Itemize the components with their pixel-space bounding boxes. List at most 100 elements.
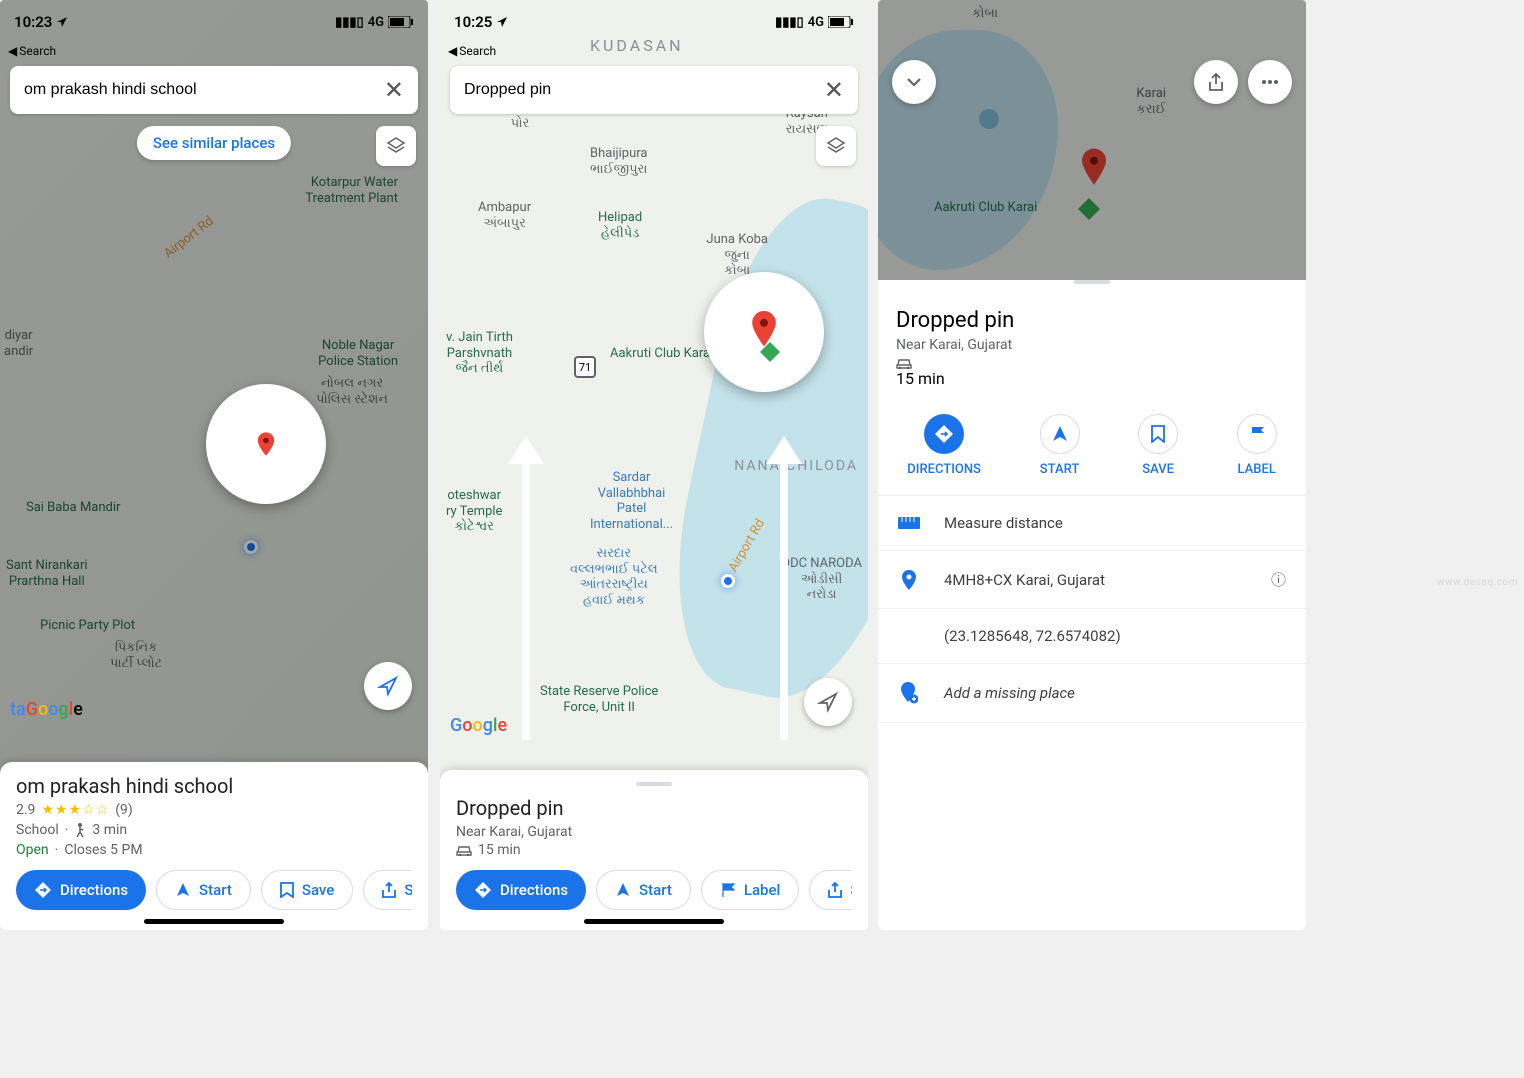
signal-icon: ▮▮▮▯ (335, 15, 364, 30)
layers-icon (386, 136, 406, 156)
car-icon (456, 844, 472, 856)
start-action[interactable]: START (1040, 414, 1080, 477)
google-logo: taGoogle (10, 699, 83, 720)
google-logo-2: Google (450, 715, 507, 736)
action-buttons: Directions Start Save Sh (16, 870, 412, 910)
directions-icon (474, 881, 492, 899)
action-buttons-2: Directions Start Label Sh (456, 870, 852, 910)
clock-2: 10:25 (454, 13, 492, 31)
swipe-up-arrow-right (780, 460, 788, 740)
navigation-icon (1051, 425, 1069, 443)
watermark: www.deuaq.com (1437, 577, 1518, 588)
poi-noble-gu: નોબલ નગરપોલિસ સ્ટેશન (316, 376, 388, 407)
poi-kotarpur: Kotarpur WaterTreatment Plant (305, 175, 398, 206)
info-icon[interactable]: ⓘ (1271, 569, 1286, 590)
home-indicator[interactable] (144, 919, 284, 924)
status-bar: 10:23 ▮▮▮▯ 4G (0, 0, 428, 44)
dropped-pin-icon (1078, 148, 1110, 192)
place-title: om prakash hindi school (16, 774, 412, 798)
clear-search-icon-2[interactable]: ✕ (824, 76, 844, 104)
loc-naroda: ODC NARODAઓડીસીનરોડા (781, 556, 862, 603)
coordinates-row[interactable]: (23.1285648, 72.6574082) (878, 609, 1306, 664)
add-place-icon (900, 682, 918, 704)
share-button-2[interactable]: Sh (809, 870, 852, 910)
loc-koba: કોબા (972, 6, 998, 22)
directions-icon (934, 424, 954, 444)
poi-sardar-gu: સરદારવલ્લભભાઈ પટેલઆંતરરાષ્ટ્રીયહવાઈ મથક (570, 546, 658, 608)
plus-code-row[interactable]: 4MH8+CX Karai, Gujarat ⓘ (878, 551, 1306, 609)
poi-helipad: Helipadહેલીપેડ (598, 210, 642, 241)
clear-search-icon[interactable]: ✕ (384, 76, 404, 104)
drive-row: 15 min (456, 842, 852, 858)
back-to-search-2[interactable]: ◀ Search (440, 44, 868, 62)
recenter-button[interactable] (364, 662, 412, 710)
start-button[interactable]: Start (156, 870, 251, 910)
save-action[interactable]: SAVE (1138, 414, 1178, 477)
swipe-up-arrow-left (522, 460, 530, 740)
place-title-2: Dropped pin (456, 796, 852, 820)
poi-diyar: diyarandir (4, 328, 33, 359)
search-bar-2[interactable]: ✕ (450, 66, 858, 114)
save-button[interactable]: Save (261, 870, 353, 910)
back-to-search[interactable]: ◀ Search (0, 44, 428, 62)
share-icon (1208, 73, 1224, 91)
home-indicator-2[interactable] (584, 919, 724, 924)
similar-places-chip[interactable]: See similar places (137, 126, 291, 160)
directions-action[interactable]: DIRECTIONS (907, 414, 981, 477)
sheet-handle-3[interactable] (1074, 280, 1110, 284)
chevron-down-icon (905, 73, 923, 91)
pin-highlight (206, 384, 326, 504)
poi-noble: Noble NagarPolice Station (318, 338, 398, 369)
layers-button-2[interactable] (816, 126, 856, 166)
pin-highlight-2 (704, 272, 824, 392)
label-button-2[interactable]: Label (701, 870, 799, 910)
more-horiz-icon (1261, 79, 1279, 85)
battery-icon (828, 16, 854, 28)
search-input[interactable] (24, 81, 384, 99)
phone-3: કોબા Karaiકરાઈ Aakruti Club Karai Droppe… (878, 0, 1306, 930)
expanded-sheet[interactable]: Dropped pin Near Karai, Gujarat 15 min D… (878, 280, 1306, 930)
flag-icon (720, 882, 736, 898)
collapse-button[interactable] (892, 60, 936, 104)
navigation-icon (175, 882, 191, 898)
top-controls (878, 60, 1306, 104)
rating-row: 2.9 ★★★☆☆ (9) (16, 802, 412, 818)
sheet-handle[interactable] (636, 782, 672, 786)
sheet-title: Dropped pin (896, 308, 1288, 333)
saved-place-icon (1078, 198, 1100, 220)
label-action[interactable]: LABEL (1237, 414, 1277, 477)
recenter-button-2[interactable] (804, 678, 852, 726)
network-label: 4G (368, 15, 384, 30)
share-button[interactable]: Sh (363, 870, 412, 910)
sheet-header: Dropped pin Near Karai, Gujarat 15 min (878, 294, 1306, 402)
add-missing-place-row[interactable]: Add a missing place (878, 664, 1306, 723)
search-bar[interactable]: ✕ (10, 66, 418, 114)
place-sheet-2[interactable]: Dropped pin Near Karai, Gujarat 15 min D… (440, 770, 868, 930)
clock: 10:23 (14, 13, 52, 31)
loc-ambapur: Ambapurઅંબાપુર (478, 200, 531, 231)
battery-icon (388, 16, 414, 28)
poi-sai: Sai Baba Mandir (26, 500, 120, 516)
map-pin-icon (252, 430, 280, 458)
place-near: Near Karai, Gujarat (456, 824, 852, 840)
bookmark-icon (1151, 425, 1165, 443)
flag-icon (1249, 425, 1265, 443)
layers-button[interactable] (376, 126, 416, 166)
directions-button-2[interactable]: Directions (456, 870, 586, 910)
ruler-icon (898, 517, 920, 529)
place-pin-icon (901, 570, 917, 590)
more-button[interactable] (1248, 60, 1292, 104)
directions-button[interactable]: Directions (16, 870, 146, 910)
layers-icon (826, 136, 846, 156)
measure-distance-row[interactable]: Measure distance (878, 496, 1306, 551)
sheet-near: Near Karai, Gujarat (896, 337, 1288, 353)
start-button-2[interactable]: Start (596, 870, 691, 910)
action-row: DIRECTIONS START SAVE LABEL (878, 402, 1306, 496)
share-icon (828, 882, 842, 898)
search-input-2[interactable] (464, 81, 824, 99)
place-sheet[interactable]: om prakash hindi school 2.9 ★★★☆☆ (9) Sc… (0, 762, 428, 930)
poi-oteshwar: oteshwarry Templeકોટેશ્વર (446, 488, 502, 535)
near-me-icon (817, 691, 839, 713)
share-button-3[interactable] (1194, 60, 1238, 104)
hours-row: Open · Closes 5 PM (16, 842, 412, 858)
